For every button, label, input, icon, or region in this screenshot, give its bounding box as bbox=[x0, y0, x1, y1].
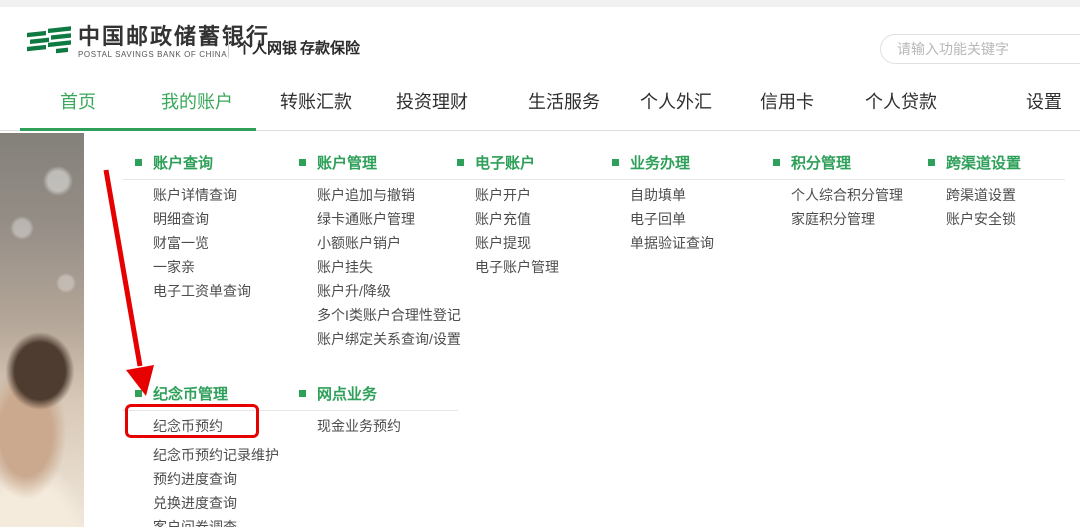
background-photo bbox=[0, 133, 84, 527]
top-strip bbox=[0, 0, 1080, 7]
menu-group-account-inquiry: 账户查询 账户详情查询 明细查询 财富一览 一家亲 电子工资单查询 bbox=[135, 152, 294, 303]
group-title: 账户查询 bbox=[153, 152, 213, 173]
menu-item[interactable]: 家庭积分管理 bbox=[791, 207, 932, 231]
menu-group-account-management: 账户管理 账户追加与撤销 绿卡通账户管理 小额账户销户 账户挂失 账户升/降级 … bbox=[299, 152, 461, 351]
menu-group-electronic-account: 电子账户 账户开户 账户充值 账户提现 电子账户管理 bbox=[457, 152, 616, 279]
nav-item-settings[interactable]: 设置 bbox=[1026, 88, 1062, 114]
menu-item[interactable]: 账户充值 bbox=[475, 207, 616, 231]
menu-group-branch-business: 网点业务 现金业务预约 bbox=[299, 383, 458, 438]
menu-item[interactable]: 账户提现 bbox=[475, 231, 616, 255]
divider bbox=[915, 179, 1065, 180]
group-title: 业务办理 bbox=[630, 152, 690, 173]
menu-item[interactable]: 电子账户管理 bbox=[475, 255, 616, 279]
menu-item[interactable]: 兑换进度查询 bbox=[153, 491, 294, 515]
menu-group-points-management: 积分管理 个人综合积分管理 家庭积分管理 bbox=[773, 152, 932, 231]
bullet-icon bbox=[928, 159, 935, 166]
menu-item[interactable]: 账户开户 bbox=[475, 183, 616, 207]
menu-group-business-handling: 业务办理 自助填单 电子回单 单据验证查询 bbox=[612, 152, 771, 255]
divider bbox=[122, 179, 294, 180]
header-link-personal-ebank[interactable]: 个人网银 bbox=[237, 37, 297, 58]
menu-item[interactable]: 账户安全锁 bbox=[946, 207, 1065, 231]
menu-item[interactable]: 单据验证查询 bbox=[630, 231, 771, 255]
nav-item-my-account[interactable]: 我的账户 bbox=[161, 88, 233, 114]
menu-item[interactable]: 一家亲 bbox=[153, 255, 294, 279]
menu-item[interactable]: 账户挂失 bbox=[317, 255, 461, 279]
bullet-icon bbox=[135, 390, 142, 397]
group-header[interactable]: 业务办理 bbox=[612, 152, 771, 172]
bullet-icon bbox=[135, 159, 142, 166]
nav-item-personal-loan[interactable]: 个人贷款 bbox=[865, 88, 937, 114]
menu-item[interactable]: 账户详情查询 bbox=[153, 183, 294, 207]
group-header[interactable]: 跨渠道设置 bbox=[928, 152, 1065, 172]
menu-item[interactable]: 明细查询 bbox=[153, 207, 294, 231]
nav-item-personal-forex[interactable]: 个人外汇 bbox=[640, 88, 712, 114]
site-header: 中国邮政储蓄银行 POSTAL SAVINGS BANK OF CHINA 个人… bbox=[0, 7, 1080, 72]
nav-item-transfer[interactable]: 转账汇款 bbox=[280, 88, 352, 114]
group-title: 账户管理 bbox=[317, 152, 377, 173]
search-box[interactable] bbox=[880, 34, 1080, 64]
menu-item[interactable]: 自助填单 bbox=[630, 183, 771, 207]
divider bbox=[228, 32, 229, 58]
bank-logo[interactable]: 中国邮政储蓄银行 POSTAL SAVINGS BANK OF CHINA bbox=[26, 23, 270, 61]
group-header[interactable]: 纪念币管理 bbox=[135, 383, 294, 403]
main-nav: 首页 我的账户 转账汇款 投资理财 生活服务 个人外汇 信用卡 个人贷款 设置 bbox=[0, 72, 1080, 131]
search-input[interactable] bbox=[881, 35, 1080, 63]
divider bbox=[286, 410, 458, 411]
menu-item[interactable]: 小额账户销户 bbox=[317, 231, 461, 255]
group-header[interactable]: 电子账户 bbox=[457, 152, 616, 172]
group-header[interactable]: 账户管理 bbox=[299, 152, 461, 172]
group-title: 网点业务 bbox=[317, 383, 377, 404]
divider bbox=[444, 179, 616, 180]
group-header[interactable]: 积分管理 bbox=[773, 152, 932, 172]
nav-item-home[interactable]: 首页 bbox=[60, 88, 96, 114]
menu-item[interactable]: 财富一览 bbox=[153, 231, 294, 255]
page: 中国邮政储蓄银行 POSTAL SAVINGS BANK OF CHINA 个人… bbox=[0, 0, 1080, 527]
divider bbox=[122, 410, 294, 411]
menu-group-cross-channel-settings: 跨渠道设置 跨渠道设置 账户安全锁 bbox=[928, 152, 1065, 231]
bullet-icon bbox=[773, 159, 780, 166]
group-title: 跨渠道设置 bbox=[946, 152, 1021, 173]
divider bbox=[599, 179, 771, 180]
menu-item[interactable]: 账户追加与撤销 bbox=[317, 183, 461, 207]
psbc-logo-icon bbox=[26, 23, 72, 61]
menu-item[interactable]: 电子回单 bbox=[630, 207, 771, 231]
bullet-icon bbox=[299, 390, 306, 397]
nav-item-credit-card[interactable]: 信用卡 bbox=[760, 88, 814, 114]
divider bbox=[760, 179, 932, 180]
menu-item[interactable]: 客户问卷调查 bbox=[153, 515, 294, 527]
menu-item[interactable]: 绿卡通账户管理 bbox=[317, 207, 461, 231]
menu-item[interactable]: 账户升/降级 bbox=[317, 279, 461, 303]
menu-item[interactable]: 个人综合积分管理 bbox=[791, 183, 932, 207]
menu-group-commemorative-coin: 纪念币管理 纪念币预约 纪念币预约记录维护 预约进度查询 兑换进度查询 客户问卷… bbox=[135, 383, 294, 527]
group-header[interactable]: 网点业务 bbox=[299, 383, 458, 403]
bullet-icon bbox=[612, 159, 619, 166]
bullet-icon bbox=[299, 159, 306, 166]
bullet-icon bbox=[457, 159, 464, 166]
menu-item[interactable]: 账户绑定关系查询/设置 bbox=[317, 327, 461, 351]
nav-item-investment[interactable]: 投资理财 bbox=[396, 88, 468, 114]
menu-item[interactable]: 电子工资单查询 bbox=[153, 279, 294, 303]
group-header[interactable]: 账户查询 bbox=[135, 152, 294, 172]
group-title: 电子账户 bbox=[475, 152, 535, 173]
menu-item[interactable]: 现金业务预约 bbox=[317, 414, 458, 438]
group-title: 积分管理 bbox=[791, 152, 851, 173]
menu-item[interactable]: 纪念币预约记录维护 bbox=[153, 443, 294, 467]
nav-item-life-services[interactable]: 生活服务 bbox=[528, 88, 600, 114]
menu-item[interactable]: 预约进度查询 bbox=[153, 467, 294, 491]
divider bbox=[286, 179, 458, 180]
header-link-deposit-insurance[interactable]: 存款保险 bbox=[300, 37, 360, 58]
menu-item[interactable]: 跨渠道设置 bbox=[946, 183, 1065, 207]
menu-item[interactable]: 多个I类账户合理性登记 bbox=[317, 303, 461, 327]
group-title: 纪念币管理 bbox=[153, 383, 228, 404]
menu-item-coin-reservation[interactable]: 纪念币预约 bbox=[153, 414, 294, 438]
